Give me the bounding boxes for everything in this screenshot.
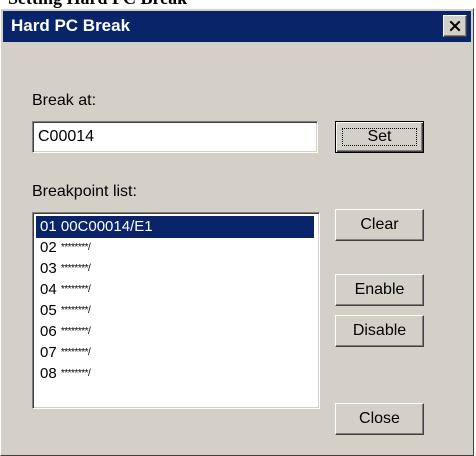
break-at-field[interactable] xyxy=(32,121,318,153)
breakpoint-listbox[interactable]: 01 00C00014/E1 02 ********/ 03 ********/… xyxy=(32,212,320,409)
breakpoint-number: 08 xyxy=(40,365,57,382)
breakpoint-address: ********/ xyxy=(60,368,91,379)
dialog-titlebar: Hard PC Break xyxy=(3,11,471,42)
breakpoint-address: ********/ xyxy=(60,263,91,274)
breakpoint-list-label: Breakpoint list: xyxy=(32,183,137,200)
break-at-label: Break at: xyxy=(32,92,97,109)
breakpoint-number: 03 xyxy=(40,260,57,277)
breakpoint-list-item-08[interactable]: 08 ********/ xyxy=(36,363,314,385)
breakpoint-list-item-07[interactable]: 07 ********/ xyxy=(36,342,314,364)
breakpoint-address: ********/ xyxy=(60,305,91,316)
breakpoint-list-item-02[interactable]: 02 ********/ xyxy=(36,237,314,259)
disable-button[interactable]: Disable xyxy=(335,315,424,347)
screenshot-page: Setting Hard PC Break Hard PC Break Brea… xyxy=(0,0,476,456)
breakpoint-list-item-01[interactable]: 01 00C00014/E1 xyxy=(36,216,314,238)
breakpoint-list-item-05[interactable]: 05 ********/ xyxy=(36,300,314,322)
break-at-input[interactable] xyxy=(36,125,310,149)
set-button-label: Set xyxy=(367,128,392,145)
breakpoint-number: 02 xyxy=(40,239,57,256)
clear-button[interactable]: Clear xyxy=(335,209,424,241)
breakpoint-number: 07 xyxy=(40,344,57,361)
breakpoint-number: 06 xyxy=(40,323,57,340)
close-button[interactable]: Close xyxy=(335,403,424,435)
breakpoint-list-item-03[interactable]: 03 ********/ xyxy=(36,258,314,280)
close-window-button[interactable] xyxy=(443,15,467,37)
breakpoint-address: ********/ xyxy=(60,242,91,253)
breakpoint-list-item-06[interactable]: 06 ********/ xyxy=(36,321,314,343)
hard-pc-break-dialog: Hard PC Break Break at: Set Breakpoint l… xyxy=(0,8,474,456)
enable-button[interactable]: Enable xyxy=(335,274,424,306)
breakpoint-list-item-04[interactable]: 04 ********/ xyxy=(36,279,314,301)
dialog-title: Hard PC Break xyxy=(11,16,131,35)
breakpoint-address: ********/ xyxy=(60,326,91,337)
close-icon xyxy=(449,20,461,32)
breakpoint-address: ********/ xyxy=(60,284,91,295)
breakpoint-number: 04 xyxy=(40,281,57,298)
breakpoint-address: 00C00014/E1 xyxy=(60,218,153,235)
breakpoint-number: 01 xyxy=(40,218,57,235)
breakpoint-address: ********/ xyxy=(60,347,91,358)
breakpoint-number: 05 xyxy=(40,302,57,319)
set-button[interactable]: Set xyxy=(335,121,424,153)
